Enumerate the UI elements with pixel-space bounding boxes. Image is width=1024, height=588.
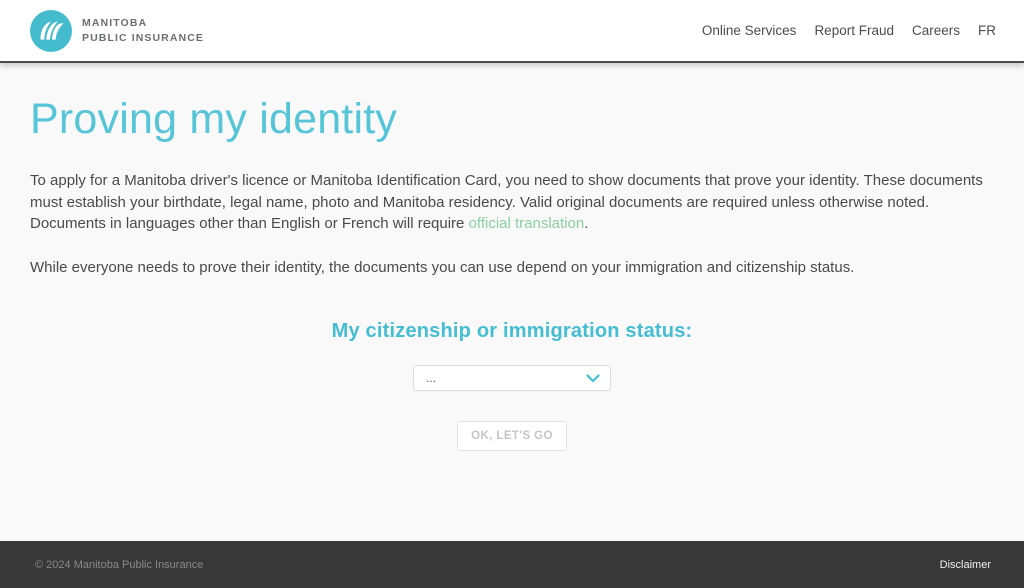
- ok-lets-go-button[interactable]: OK, LET'S GO: [457, 421, 567, 451]
- dropdown-selected-value: ...: [426, 371, 437, 385]
- main-content: Proving my identity To apply for a Manit…: [0, 63, 1024, 541]
- status-block: My citizenship or immigration status: ..…: [30, 320, 994, 451]
- citizenship-status-dropdown[interactable]: ...: [413, 365, 611, 391]
- intro-paragraph-period: .: [584, 215, 589, 232]
- chevron-down-icon: [586, 373, 600, 382]
- footer-copyright: © 2024 Manitoba Public Insurance: [35, 558, 204, 571]
- page-title: Proving my identity: [30, 95, 398, 143]
- brand-line1: MANITOBA: [82, 17, 148, 30]
- brand-line2: PUBLIC INSURANCE: [82, 31, 205, 44]
- nav-careers[interactable]: Careers: [912, 23, 960, 38]
- brand-text: MANITOBA PUBLIC INSURANCE: [82, 16, 204, 44]
- mpi-logo-icon: [30, 9, 72, 52]
- footer-disclaimer-link[interactable]: Disclaimer: [940, 559, 991, 571]
- header: MANITOBA PUBLIC INSURANCE Online Service…: [0, 0, 1024, 63]
- official-translation-link[interactable]: official translation: [469, 215, 585, 232]
- intro-paragraph: To apply for a Manitoba driver's licence…: [30, 170, 990, 235]
- nav-language-fr[interactable]: FR: [978, 23, 996, 38]
- footer: © 2024 Manitoba Public Insurance Disclai…: [0, 541, 1024, 588]
- nav-online-services[interactable]: Online Services: [702, 23, 797, 38]
- status-heading: My citizenship or immigration status:: [331, 320, 693, 342]
- second-paragraph: While everyone needs to prove their iden…: [30, 258, 855, 276]
- mpi-logo[interactable]: MANITOBA PUBLIC INSURANCE: [30, 9, 204, 52]
- header-nav: Online Services Report Fraud Careers FR: [702, 23, 996, 38]
- nav-report-fraud[interactable]: Report Fraud: [814, 23, 894, 38]
